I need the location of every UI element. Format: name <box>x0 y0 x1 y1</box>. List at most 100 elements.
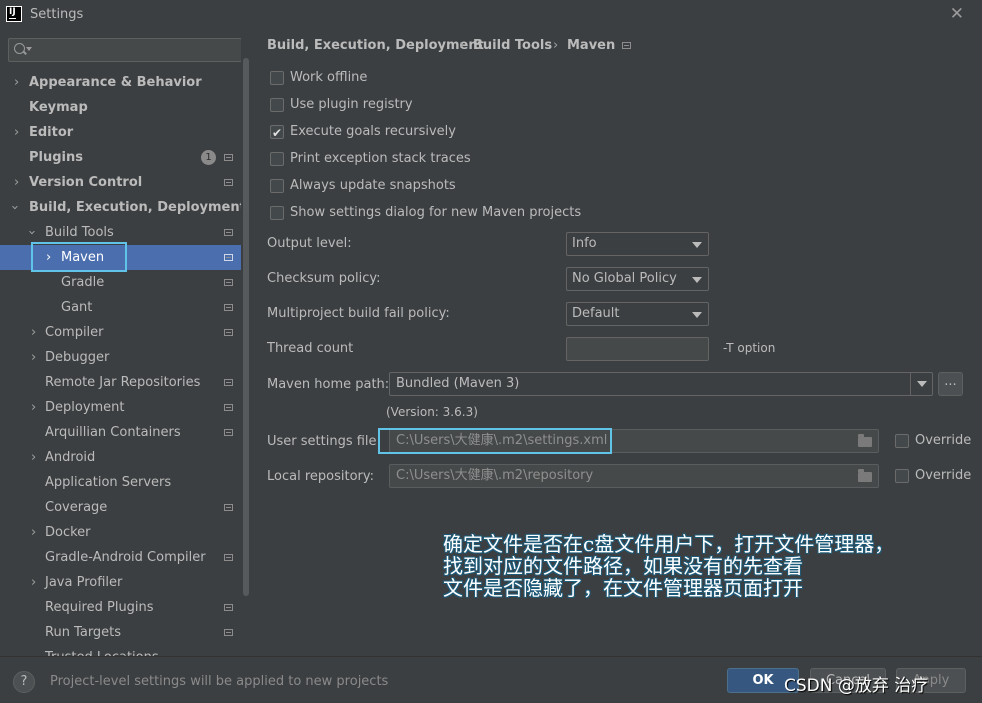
search-input[interactable] <box>8 38 242 62</box>
chevron-right-icon: › <box>31 450 37 465</box>
sidebar-item-gradle[interactable]: Gradle <box>0 270 241 295</box>
settings-sidebar: › Appearance & Behavior Keymap › Editor … <box>0 30 250 656</box>
breadcrumb-item[interactable]: Build, Execution, Deployment <box>267 38 484 53</box>
sidebar-item-android[interactable]: › Android <box>0 445 241 470</box>
checkbox[interactable] <box>270 71 284 85</box>
watermark: CSDN @放弃 治疗 <box>784 676 929 696</box>
project-level-icon <box>224 179 233 186</box>
checkbox[interactable] <box>895 434 909 448</box>
sidebar-item-compiler[interactable]: › Compiler <box>0 320 241 345</box>
output-level-select[interactable]: Info <box>566 232 709 256</box>
sidebar-item-deployment[interactable]: › Deployment <box>0 395 241 420</box>
window-title: Settings <box>30 7 84 22</box>
search-options-icon[interactable] <box>26 47 32 51</box>
sidebar-item-gradle-android-compiler[interactable]: Gradle-Android Compiler <box>0 545 241 570</box>
checkbox[interactable] <box>270 179 284 193</box>
close-icon[interactable]: ✕ <box>950 4 964 24</box>
chevron-down-icon <box>692 277 702 283</box>
title-bar: IJ Settings ✕ <box>0 0 982 30</box>
project-level-icon <box>224 154 233 161</box>
checksum-policy-label: Checksum policy: <box>267 271 381 286</box>
chevron-right-icon: › <box>31 400 37 415</box>
sidebar-item-required-plugins[interactable]: Required Plugins <box>0 595 241 620</box>
maven-home-select[interactable]: Bundled (Maven 3) <box>389 372 933 396</box>
chevron-down-icon: › <box>24 229 40 236</box>
dialog-footer: ? Project-level settings will be applied… <box>0 656 982 703</box>
project-level-icon <box>224 229 233 236</box>
sidebar-item-debugger[interactable]: › Debugger <box>0 345 241 370</box>
project-level-icon <box>224 304 233 311</box>
chevron-right-icon: › <box>31 575 37 590</box>
project-level-icon <box>224 554 233 561</box>
checksum-policy-select[interactable]: No Global Policy <box>566 267 709 291</box>
checkbox[interactable] <box>270 98 284 112</box>
chevron-down-icon <box>917 381 927 387</box>
multiproject-policy-select[interactable]: Default <box>566 302 709 326</box>
maven-highlight-box <box>31 242 127 272</box>
annotation-text: 确定文件是否在c盘文件用户下，打开文件管理器， 找到对应的文件路径，如果没有的先… <box>443 532 895 600</box>
folder-icon[interactable] <box>858 434 872 447</box>
project-level-icon <box>224 504 233 511</box>
project-level-icon <box>224 429 233 436</box>
local-repository-field[interactable]: C:\Users\大健康\.m2\repository <box>389 464 879 488</box>
sidebar-item-remote-jar-repositories[interactable]: Remote Jar Repositories <box>0 370 241 395</box>
local-repository-label: Local repository: <box>267 469 374 484</box>
thread-count-hint: -T option <box>723 341 776 355</box>
checkbox[interactable] <box>270 152 284 166</box>
chevron-right-icon: › <box>14 75 20 90</box>
folder-icon[interactable] <box>858 469 872 482</box>
breadcrumb-item[interactable]: Build Tools <box>473 38 552 53</box>
chevron-down-icon <box>692 312 702 318</box>
project-level-icon <box>224 254 233 261</box>
breadcrumb-current: Maven <box>567 38 616 53</box>
sidebar-scrollbar-thumb[interactable] <box>243 58 249 596</box>
chevron-right-icon: › <box>14 125 20 140</box>
footer-note: Project-level settings will be applied t… <box>50 674 389 689</box>
thread-count-input[interactable] <box>566 337 709 361</box>
maven-version-label: (Version: 3.6.3) <box>386 405 478 419</box>
sidebar-item-editor[interactable]: › Editor <box>0 120 241 145</box>
project-level-icon <box>224 329 233 336</box>
sidebar-item-gant[interactable]: Gant <box>0 295 241 320</box>
sidebar-item-coverage[interactable]: Coverage <box>0 495 241 520</box>
chevron-right-icon: › <box>31 350 37 365</box>
update-count-badge: 1 <box>201 150 216 165</box>
output-level-label: Output level: <box>267 236 352 251</box>
sidebar-item-arquillian-containers[interactable]: Arquillian Containers <box>0 420 241 445</box>
check-icon: ✔ <box>272 126 283 140</box>
checkbox[interactable] <box>895 469 909 483</box>
breadcrumb-separator: › <box>553 38 559 53</box>
maven-home-browse-button[interactable]: ... <box>938 372 963 396</box>
sidebar-item-run-targets[interactable]: Run Targets <box>0 620 241 645</box>
sidebar-item-application-servers[interactable]: Application Servers <box>0 470 241 495</box>
sidebar-item-trusted-locations[interactable]: Trusted Locations <box>0 645 241 656</box>
project-level-icon <box>224 379 233 386</box>
chevron-down-icon: › <box>7 204 23 211</box>
chevron-right-icon: › <box>31 325 37 340</box>
project-level-icon <box>224 404 233 411</box>
chevron-right-icon: › <box>31 525 37 540</box>
intellij-logo-icon: IJ <box>6 6 22 22</box>
sidebar-item-build-execution-deployment[interactable]: › Build, Execution, Deployment <box>0 195 246 220</box>
sidebar-item-java-profiler[interactable]: › Java Profiler <box>0 570 241 595</box>
thread-count-label: Thread count <box>267 341 354 356</box>
project-level-icon <box>224 279 233 286</box>
checkbox[interactable]: ✔ <box>270 125 284 140</box>
maven-home-dropdown[interactable] <box>910 373 932 395</box>
breadcrumb-separator: › <box>459 38 465 53</box>
maven-home-label: Maven home path: <box>267 377 390 392</box>
project-level-icon <box>622 42 631 49</box>
project-level-icon <box>224 629 233 636</box>
search-icon <box>14 43 25 54</box>
sidebar-item-plugins[interactable]: Plugins 1 <box>0 145 241 170</box>
sidebar-item-version-control[interactable]: › Version Control <box>0 170 241 195</box>
sidebar-item-appearance-behavior[interactable]: › Appearance & Behavior <box>0 70 241 95</box>
checkbox[interactable] <box>270 206 284 220</box>
sidebar-item-keymap[interactable]: Keymap <box>0 95 241 120</box>
chevron-down-icon <box>692 242 702 248</box>
multiproject-policy-label: Multiproject build fail policy: <box>267 306 450 321</box>
user-settings-highlight-box <box>378 428 612 454</box>
chevron-right-icon: › <box>14 175 20 190</box>
sidebar-item-docker[interactable]: › Docker <box>0 520 241 545</box>
help-icon[interactable]: ? <box>13 671 35 693</box>
